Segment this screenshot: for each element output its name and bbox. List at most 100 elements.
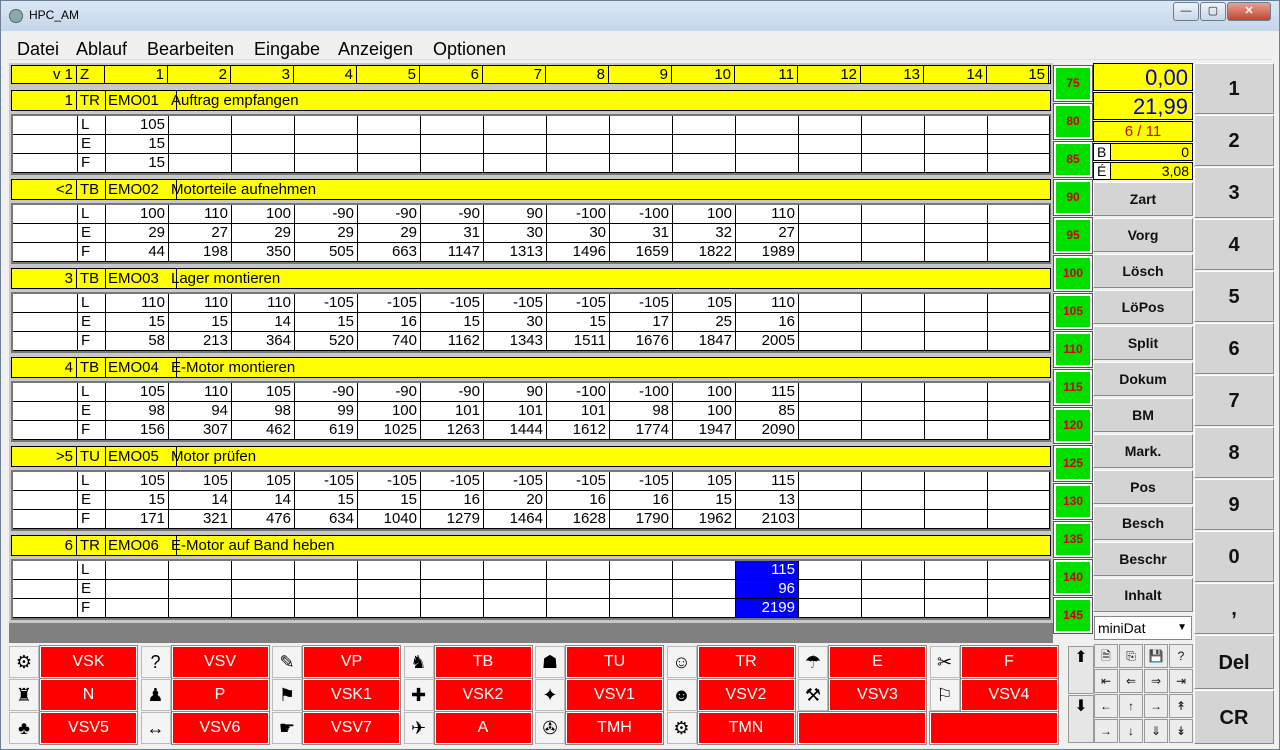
- drill-icon[interactable]: ✇: [535, 712, 565, 744]
- value-cell[interactable]: 1464: [484, 510, 547, 528]
- value-cell[interactable]: [610, 135, 673, 153]
- value-cell[interactable]: 110: [169, 205, 232, 223]
- value-cell[interactable]: 462: [232, 421, 295, 439]
- value-cell[interactable]: 110: [736, 205, 799, 223]
- save-icon[interactable]: 💾: [1144, 644, 1168, 668]
- value-cell[interactable]: 476: [232, 510, 295, 528]
- numpad-key[interactable]: 2: [1194, 115, 1274, 166]
- value-cell[interactable]: 30: [484, 313, 547, 331]
- question-icon[interactable]: ?: [140, 646, 171, 678]
- value-cell[interactable]: [610, 561, 673, 579]
- value-cell[interactable]: [358, 580, 421, 598]
- value-cell[interactable]: -105: [295, 472, 358, 490]
- menu-optionen[interactable]: Optionen: [433, 39, 506, 60]
- value-cell[interactable]: -90: [421, 205, 484, 223]
- value-cell[interactable]: -100: [610, 205, 673, 223]
- value-cell[interactable]: 115: [736, 472, 799, 490]
- value-cell[interactable]: 105: [106, 383, 169, 401]
- value-cell[interactable]: 15: [106, 491, 169, 509]
- value-cell[interactable]: 32: [673, 224, 736, 242]
- symbol-button[interactable]: A: [433, 711, 533, 745]
- last-icon[interactable]: ⇥: [1169, 669, 1193, 693]
- value-cell[interactable]: 29: [295, 224, 358, 242]
- numpad-key[interactable]: ,: [1194, 583, 1274, 634]
- value-cell[interactable]: 1496: [547, 243, 610, 261]
- operation-header[interactable]: >5 TU EMO05 Motor prüfen: [11, 446, 1051, 467]
- value-cell[interactable]: [673, 135, 736, 153]
- value-cell[interactable]: [673, 154, 736, 172]
- value-cell[interactable]: -105: [295, 294, 358, 312]
- value-cell[interactable]: -105: [610, 472, 673, 490]
- value-cell[interactable]: 105: [106, 472, 169, 490]
- value-cell[interactable]: 29: [232, 224, 295, 242]
- symbol-button[interactable]: VSV1: [565, 678, 664, 712]
- control-button-zart[interactable]: Zart: [1093, 182, 1193, 216]
- up-icon[interactable]: ↑: [1119, 694, 1143, 718]
- symbol-button[interactable]: VSK2: [433, 678, 533, 712]
- value-cell[interactable]: 101: [421, 402, 484, 420]
- value-cell[interactable]: 16: [736, 313, 799, 331]
- value-cell[interactable]: 156: [106, 421, 169, 439]
- operation-header[interactable]: <2 TB EMO02 Motorteile aufnehmen: [11, 179, 1051, 200]
- value-cell[interactable]: -105: [421, 472, 484, 490]
- value-cell[interactable]: 1947: [673, 421, 736, 439]
- value-cell[interactable]: 15: [106, 154, 169, 172]
- value-cell[interactable]: [736, 116, 799, 134]
- menu-datei[interactable]: Datei: [17, 39, 59, 60]
- symbol-button[interactable]: VSV5: [39, 711, 138, 745]
- value-cell[interactable]: 15: [295, 313, 358, 331]
- value-cell[interactable]: -100: [547, 205, 610, 223]
- value-cell[interactable]: 27: [169, 224, 232, 242]
- value-cell[interactable]: 100: [673, 205, 736, 223]
- new-doc-icon[interactable]: 🗎: [1094, 644, 1118, 668]
- value-cell[interactable]: 96: [736, 580, 799, 598]
- value-cell[interactable]: 105: [169, 472, 232, 490]
- value-cell[interactable]: 17: [610, 313, 673, 331]
- value-cell[interactable]: 30: [547, 224, 610, 242]
- value-cell[interactable]: 27: [736, 224, 799, 242]
- value-cell[interactable]: 29: [358, 224, 421, 242]
- page-down-icon[interactable]: ⇓: [1144, 719, 1168, 743]
- value-cell[interactable]: [106, 580, 169, 598]
- value-cell[interactable]: 198: [169, 243, 232, 261]
- person-icon[interactable]: ☺: [666, 646, 697, 678]
- numpad-key[interactable]: 8: [1194, 427, 1274, 478]
- value-cell[interactable]: 350: [232, 243, 295, 261]
- bottom-icon[interactable]: ↡: [1169, 719, 1193, 743]
- value-cell[interactable]: [169, 599, 232, 617]
- copy-icon[interactable]: ⎘: [1119, 644, 1143, 668]
- control-button-lösch[interactable]: Lösch: [1093, 254, 1193, 288]
- value-cell[interactable]: 2199: [736, 599, 799, 617]
- menu-ablauf[interactable]: Ablauf: [76, 39, 127, 60]
- symbol-button[interactable]: VSV3: [828, 678, 927, 712]
- value-cell[interactable]: [610, 154, 673, 172]
- value-cell[interactable]: -105: [484, 294, 547, 312]
- value-cell[interactable]: 1279: [421, 510, 484, 528]
- value-cell[interactable]: 1847: [673, 332, 736, 350]
- tool-icon[interactable]: ✎: [272, 646, 302, 678]
- symbol-button[interactable]: VP: [302, 645, 401, 679]
- control-button-löpos[interactable]: LöPos: [1093, 290, 1193, 324]
- minimize-button[interactable]: —: [1173, 2, 1199, 21]
- value-cell[interactable]: -100: [547, 383, 610, 401]
- numpad-key[interactable]: 3: [1194, 167, 1274, 218]
- next-fast-icon[interactable]: ⇒: [1144, 669, 1168, 693]
- value-cell[interactable]: -100: [610, 383, 673, 401]
- prev-fast-icon[interactable]: ⇐: [1119, 669, 1143, 693]
- value-cell[interactable]: 1147: [421, 243, 484, 261]
- value-cell[interactable]: 2090: [736, 421, 799, 439]
- value-cell[interactable]: -105: [547, 294, 610, 312]
- value-cell[interactable]: 58: [106, 332, 169, 350]
- hand-point-icon[interactable]: ☛: [272, 712, 302, 744]
- symbol-button[interactable]: VSV7: [302, 711, 401, 745]
- value-cell[interactable]: 740: [358, 332, 421, 350]
- value-cell[interactable]: [673, 561, 736, 579]
- control-button-vorg[interactable]: Vorg: [1093, 218, 1193, 252]
- control-button-bm[interactable]: BM: [1093, 398, 1193, 432]
- value-cell[interactable]: [358, 135, 421, 153]
- value-cell[interactable]: [232, 561, 295, 579]
- value-cell[interactable]: 1628: [547, 510, 610, 528]
- value-cell[interactable]: 105: [232, 472, 295, 490]
- symbol-button[interactable]: TMH: [565, 711, 664, 745]
- mechanic-icon[interactable]: ☻: [666, 679, 697, 711]
